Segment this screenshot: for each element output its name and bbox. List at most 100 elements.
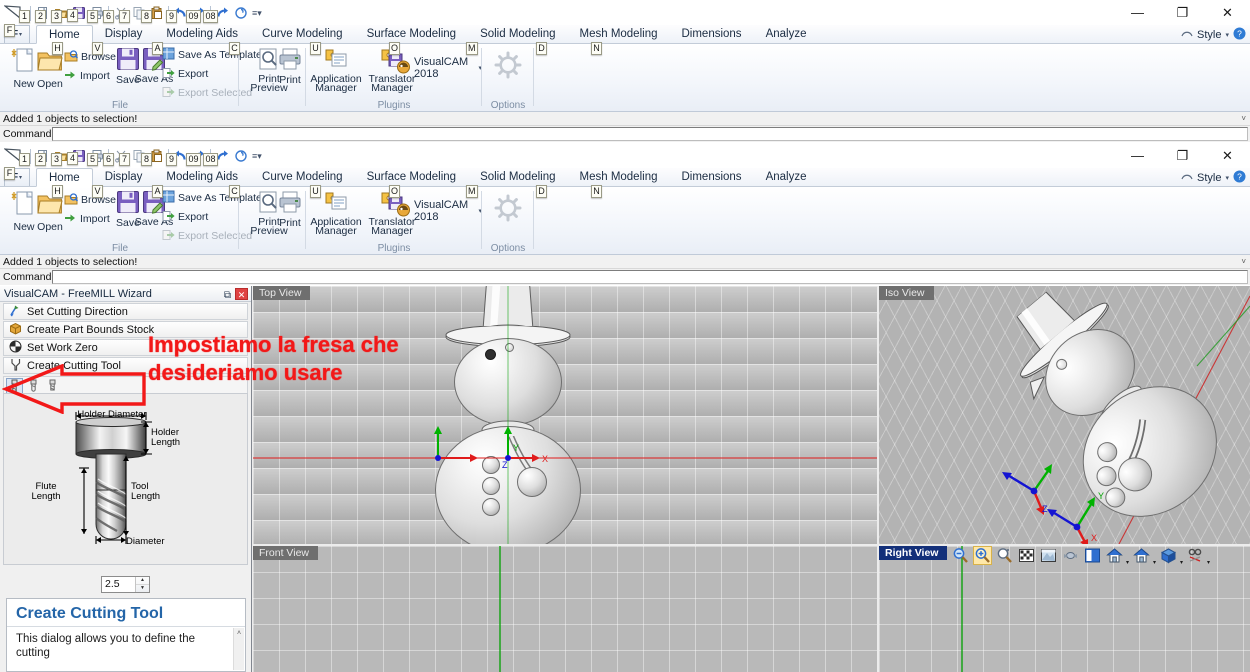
wizard-close-icon[interactable]: ✕: [235, 288, 248, 300]
print-button[interactable]: Print: [270, 47, 310, 99]
restore-button[interactable]: ❐: [1160, 0, 1205, 24]
ribbon-tab-strip[interactable]: F ▾ Home Display Modeling Aids Curve Mod…: [0, 24, 1250, 55]
close-button-2[interactable]: ✕: [1205, 143, 1250, 167]
zoom-dynamic-button[interactable]: [995, 546, 1014, 565]
zoom-extents-button[interactable]: [1017, 546, 1036, 565]
viewport-layout-button[interactable]: [1083, 546, 1102, 565]
qat-separator: [30, 5, 31, 21]
extra-parameter-input[interactable]: 2.5 ▲ ▼: [101, 576, 150, 593]
options-button-2[interactable]: [488, 193, 528, 245]
iso-view-label[interactable]: Iso View: [879, 286, 934, 300]
style-caret-icon[interactable]: ▾: [1225, 31, 1229, 39]
zoom-in-button[interactable]: [973, 546, 992, 565]
status-expand-caret-2[interactable]: ˅: [1241, 255, 1246, 269]
export-button-2[interactable]: Export: [162, 209, 208, 225]
window-controls-2[interactable]: — ❐ ✕: [1115, 143, 1250, 169]
visualcam-icon: [396, 60, 411, 77]
export-icon-2: [162, 210, 175, 225]
pin-icon[interactable]: ⧉: [224, 288, 231, 304]
wizard-help-scroll-up-icon[interactable]: ˄: [234, 628, 244, 639]
tab-solid-modeling[interactable]: Solid Modeling: [468, 25, 567, 44]
tab-surface-modeling[interactable]: Surface Modeling: [355, 25, 469, 44]
keytip-qat-08: 08: [203, 10, 218, 23]
status-expand-caret[interactable]: ˅: [1241, 112, 1246, 126]
command-line-row-2[interactable]: Command: [0, 269, 1250, 285]
restore-button-2[interactable]: ❐: [1160, 143, 1205, 167]
right-view-canvas[interactable]: Right View ▾ ▾ ▾ ▾: [879, 546, 1250, 672]
top-view-canvas[interactable]: Y X Z Top View: [253, 286, 877, 544]
window-chrome-2: ≡▾ 1 2 3 4 5 6 7 8 9 09 08 — ❐ ✕ ▾ Home …: [0, 143, 1250, 286]
pan-button[interactable]: [1061, 546, 1080, 565]
minimize-button-2[interactable]: —: [1115, 143, 1160, 167]
import-button-2[interactable]: Import: [64, 211, 110, 227]
right-view-label[interactable]: Right View: [879, 546, 948, 560]
front-view-label[interactable]: Front View: [253, 546, 318, 560]
visualcam-plugin-entry-2[interactable]: VisualCAM 2018 ▾: [396, 199, 482, 223]
keytip-tab-display: V: [92, 42, 103, 55]
viewport-splitter-vertical[interactable]: [877, 286, 879, 672]
viewport-iso-view[interactable]: Z Y X Iso View: [879, 286, 1250, 544]
command-input-2[interactable]: [52, 270, 1248, 284]
import-button[interactable]: Import: [64, 68, 110, 84]
style-selector-2[interactable]: Style ▾ ?: [1181, 170, 1246, 186]
iso-view-canvas[interactable]: Z Y X Iso View: [879, 286, 1250, 544]
tab-mesh-modeling-2[interactable]: Mesh Modeling: [568, 168, 670, 187]
ribbon-group-file-2: New Open Browse Import Save Save As Save…: [0, 187, 262, 255]
front-view-canvas[interactable]: Front View: [253, 546, 877, 672]
shading-mode-button[interactable]: [1159, 546, 1178, 565]
tab-surface-modeling-2[interactable]: Surface Modeling: [355, 168, 469, 187]
viewport-toolbar[interactable]: ▾ ▾ ▾ ▾: [951, 546, 1210, 566]
command-line-row[interactable]: Command: [0, 126, 1250, 142]
ribbon-tab-strip-2[interactable]: F ▾ Home Display Modeling Aids Curve Mod…: [0, 167, 1250, 198]
wizard-step-set-cutting-direction[interactable]: Set Cutting Direction: [3, 303, 248, 320]
qat-help-round-icon[interactable]: [232, 5, 249, 22]
tab-home[interactable]: Home: [36, 25, 93, 44]
options-button[interactable]: [488, 50, 528, 102]
export-button[interactable]: Export: [162, 66, 208, 82]
zoom-window-button[interactable]: [1039, 546, 1058, 565]
display-mode-caret-icon[interactable]: ▾: [1207, 559, 1210, 566]
style-selector[interactable]: Style ▾ ?: [1181, 27, 1246, 43]
wizard-help-scrollbar[interactable]: ˄: [233, 628, 244, 670]
minimize-button[interactable]: —: [1115, 0, 1160, 24]
qat-overflow-caret-2[interactable]: ≡▾: [250, 151, 264, 162]
window-controls[interactable]: — ❐ ✕: [1115, 0, 1250, 26]
print-button-2[interactable]: Print: [270, 190, 310, 242]
tab-curve-modeling-2[interactable]: Curve Modeling: [250, 168, 355, 187]
tab-dimensions[interactable]: Dimensions: [669, 25, 753, 44]
tab-analyze[interactable]: Analyze: [754, 25, 819, 44]
zoom-out-button[interactable]: [951, 546, 970, 565]
tab-curve-modeling[interactable]: Curve Modeling: [250, 25, 355, 44]
tab-home-2[interactable]: Home: [36, 168, 93, 187]
work-zero-icon: [9, 340, 22, 356]
close-button[interactable]: ✕: [1205, 0, 1250, 24]
tab-dimensions-2[interactable]: Dimensions: [669, 168, 753, 187]
svg-text:Y: Y: [1098, 491, 1104, 501]
viewport-right-view[interactable]: Right View ▾ ▾ ▾ ▾: [879, 546, 1250, 672]
shading-mode-caret-icon[interactable]: ▾: [1180, 559, 1183, 566]
command-input[interactable]: [52, 127, 1248, 141]
extra-parameter-row: 2.5 ▲ ▼: [0, 574, 252, 596]
named-view-caret-icon[interactable]: ▾: [1153, 559, 1156, 566]
display-mode-button[interactable]: [1186, 546, 1205, 565]
application-root: ≡▾ 1 2 3 4 5 6 7 8 9 09 08 — ❐ ✕ ▾ Home …: [0, 0, 1250, 672]
visualcam-plugin-entry[interactable]: VisualCAM 2018 ▾: [396, 56, 482, 80]
viewport-top-view[interactable]: Y X Z Top View: [253, 286, 877, 544]
keytip-qat-08-w2: 08: [203, 153, 218, 166]
home-view-button[interactable]: [1105, 546, 1124, 565]
qat-help-round-icon-2[interactable]: [232, 148, 249, 165]
help-icon[interactable]: ?: [1233, 27, 1246, 43]
extra-parameter-stepper[interactable]: ▲ ▼: [135, 577, 149, 592]
puzzle-app-icon: [323, 47, 349, 74]
qat-overflow-caret[interactable]: ≡▾: [250, 8, 264, 19]
wizard-help-body: This dialog allows you to define the cut…: [16, 633, 195, 659]
tab-solid-modeling-2[interactable]: Solid Modeling: [468, 168, 567, 187]
viewport-front-view[interactable]: Front View: [253, 546, 877, 672]
style-caret-icon-2[interactable]: ▾: [1225, 174, 1229, 182]
home-view-caret-icon[interactable]: ▾: [1126, 559, 1129, 566]
tab-analyze-2[interactable]: Analyze: [754, 168, 819, 187]
named-view-button[interactable]: [1132, 546, 1151, 565]
top-view-label[interactable]: Top View: [253, 286, 311, 300]
tab-mesh-modeling[interactable]: Mesh Modeling: [568, 25, 670, 44]
help-icon-2[interactable]: ?: [1233, 170, 1246, 186]
